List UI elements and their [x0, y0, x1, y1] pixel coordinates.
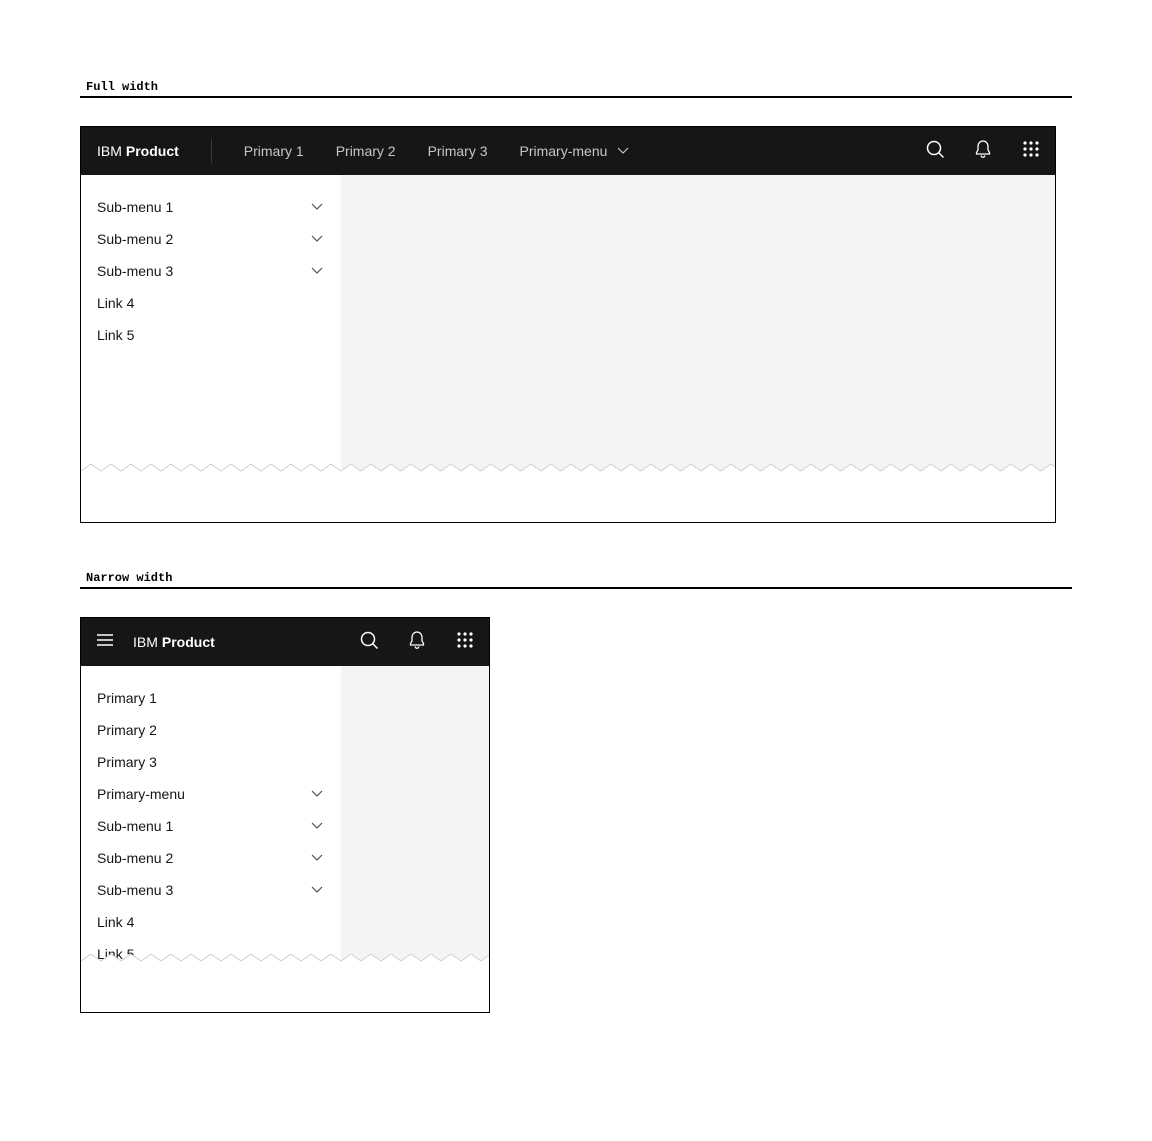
app-switcher-button[interactable] — [1007, 127, 1055, 175]
notification-button[interactable] — [393, 618, 441, 666]
sidebar-item-primary-3[interactable]: Primary 3 — [81, 746, 341, 778]
sidebar-item-submenu-3[interactable]: Sub-menu 3 — [81, 255, 341, 287]
sidebar-item-link-4[interactable]: Link 4 — [81, 906, 341, 938]
sidebar-item-label: Link 4 — [97, 914, 134, 930]
chevron-down-icon — [309, 199, 325, 216]
search-button[interactable] — [345, 618, 393, 666]
sidebar-item-label: Sub-menu 2 — [97, 850, 173, 866]
sidebar-item-label: Sub-menu 1 — [97, 818, 173, 834]
nav-item-label: Primary 2 — [336, 143, 396, 159]
search-icon — [925, 139, 945, 164]
app-switcher-button[interactable] — [441, 618, 489, 666]
chevron-down-icon — [309, 818, 325, 835]
content-area — [341, 666, 489, 968]
brand-divider — [211, 139, 212, 163]
header: IBM Product — [81, 618, 489, 666]
body-area: Primary 1 Primary 2 Primary 3 Primary-me… — [81, 666, 489, 968]
notification-button[interactable] — [959, 127, 1007, 175]
nav-item-label: Primary 3 — [428, 143, 488, 159]
frame-full-width: IBM Product Primary 1 Primary 2 Primary … — [80, 126, 1056, 523]
sidebar-item-primary-2[interactable]: Primary 2 — [81, 714, 341, 746]
brand-prefix: IBM — [97, 143, 122, 159]
nav-item-primary-3[interactable]: Primary 3 — [412, 127, 504, 175]
chevron-down-icon — [615, 143, 631, 160]
sidebar-item-submenu-1[interactable]: Sub-menu 1 — [81, 810, 341, 842]
sidebar-item-link-5[interactable]: Link 5 — [81, 938, 341, 970]
bottom-pad — [81, 968, 489, 1012]
sidebar-item-submenu-2[interactable]: Sub-menu 2 — [81, 223, 341, 255]
hamburger-icon — [95, 630, 115, 655]
brand-product: Product — [162, 634, 215, 650]
section-label-narrow-width: Narrow width — [80, 571, 1072, 585]
sidebar-item-label: Primary 1 — [97, 690, 157, 706]
search-button[interactable] — [911, 127, 959, 175]
sidebar-item-label: Link 4 — [97, 295, 134, 311]
brand-prefix: IBM — [133, 634, 158, 650]
body-area: Sub-menu 1 Sub-menu 2 Sub-menu 3 Link 4 … — [81, 175, 1055, 478]
sidebar-item-label: Primary 2 — [97, 722, 157, 738]
sidebar: Sub-menu 1 Sub-menu 2 Sub-menu 3 Link 4 … — [81, 175, 341, 478]
sidebar-item-label: Sub-menu 1 — [97, 199, 173, 215]
section-label-full-width: Full width — [80, 80, 1072, 94]
search-icon — [359, 630, 379, 655]
sidebar-item-submenu-1[interactable]: Sub-menu 1 — [81, 191, 341, 223]
nav-item-primary-1[interactable]: Primary 1 — [228, 127, 320, 175]
sidebar-item-label: Primary 3 — [97, 754, 157, 770]
section-rule — [80, 587, 1072, 589]
sidebar-item-label: Link 5 — [97, 327, 134, 343]
bottom-pad — [81, 478, 1055, 522]
sidebar-item-label: Sub-menu 2 — [97, 231, 173, 247]
chevron-down-icon — [309, 850, 325, 867]
sidebar-item-label: Primary-menu — [97, 786, 185, 802]
sidebar: Primary 1 Primary 2 Primary 3 Primary-me… — [81, 666, 341, 968]
sidebar-item-submenu-3[interactable]: Sub-menu 3 — [81, 874, 341, 906]
brand[interactable]: IBM Product — [129, 618, 231, 666]
sidebar-item-link-5[interactable]: Link 5 — [81, 319, 341, 351]
sidebar-item-primary-1[interactable]: Primary 1 — [81, 682, 341, 714]
hamburger-button[interactable] — [81, 618, 129, 666]
chevron-down-icon — [309, 263, 325, 280]
header-nav: Primary 1 Primary 2 Primary 3 Primary-me… — [228, 127, 648, 175]
nav-item-label: Primary-menu — [520, 143, 608, 159]
app-switcher-icon — [455, 630, 475, 655]
nav-item-primary-2[interactable]: Primary 2 — [320, 127, 412, 175]
sidebar-item-submenu-2[interactable]: Sub-menu 2 — [81, 842, 341, 874]
brand[interactable]: IBM Product — [81, 127, 195, 175]
header: IBM Product Primary 1 Primary 2 Primary … — [81, 127, 1055, 175]
brand-product: Product — [126, 143, 179, 159]
sidebar-item-link-4[interactable]: Link 4 — [81, 287, 341, 319]
notification-icon — [973, 139, 993, 164]
chevron-down-icon — [309, 231, 325, 248]
sidebar-item-label: Sub-menu 3 — [97, 263, 173, 279]
sidebar-item-label: Link 5 — [97, 946, 134, 962]
chevron-down-icon — [309, 882, 325, 899]
nav-item-label: Primary 1 — [244, 143, 304, 159]
frame-narrow-width: IBM Product Primary 1 Primary 2 Primary — [80, 617, 490, 1013]
app-switcher-icon — [1021, 139, 1041, 164]
header-actions — [911, 127, 1055, 175]
nav-item-primary-menu[interactable]: Primary-menu — [504, 127, 648, 175]
chevron-down-icon — [309, 786, 325, 803]
header-actions — [345, 618, 489, 666]
content-area — [341, 175, 1055, 478]
sidebar-item-label: Sub-menu 3 — [97, 882, 173, 898]
sidebar-item-primary-menu[interactable]: Primary-menu — [81, 778, 341, 810]
notification-icon — [407, 630, 427, 655]
section-rule — [80, 96, 1072, 98]
